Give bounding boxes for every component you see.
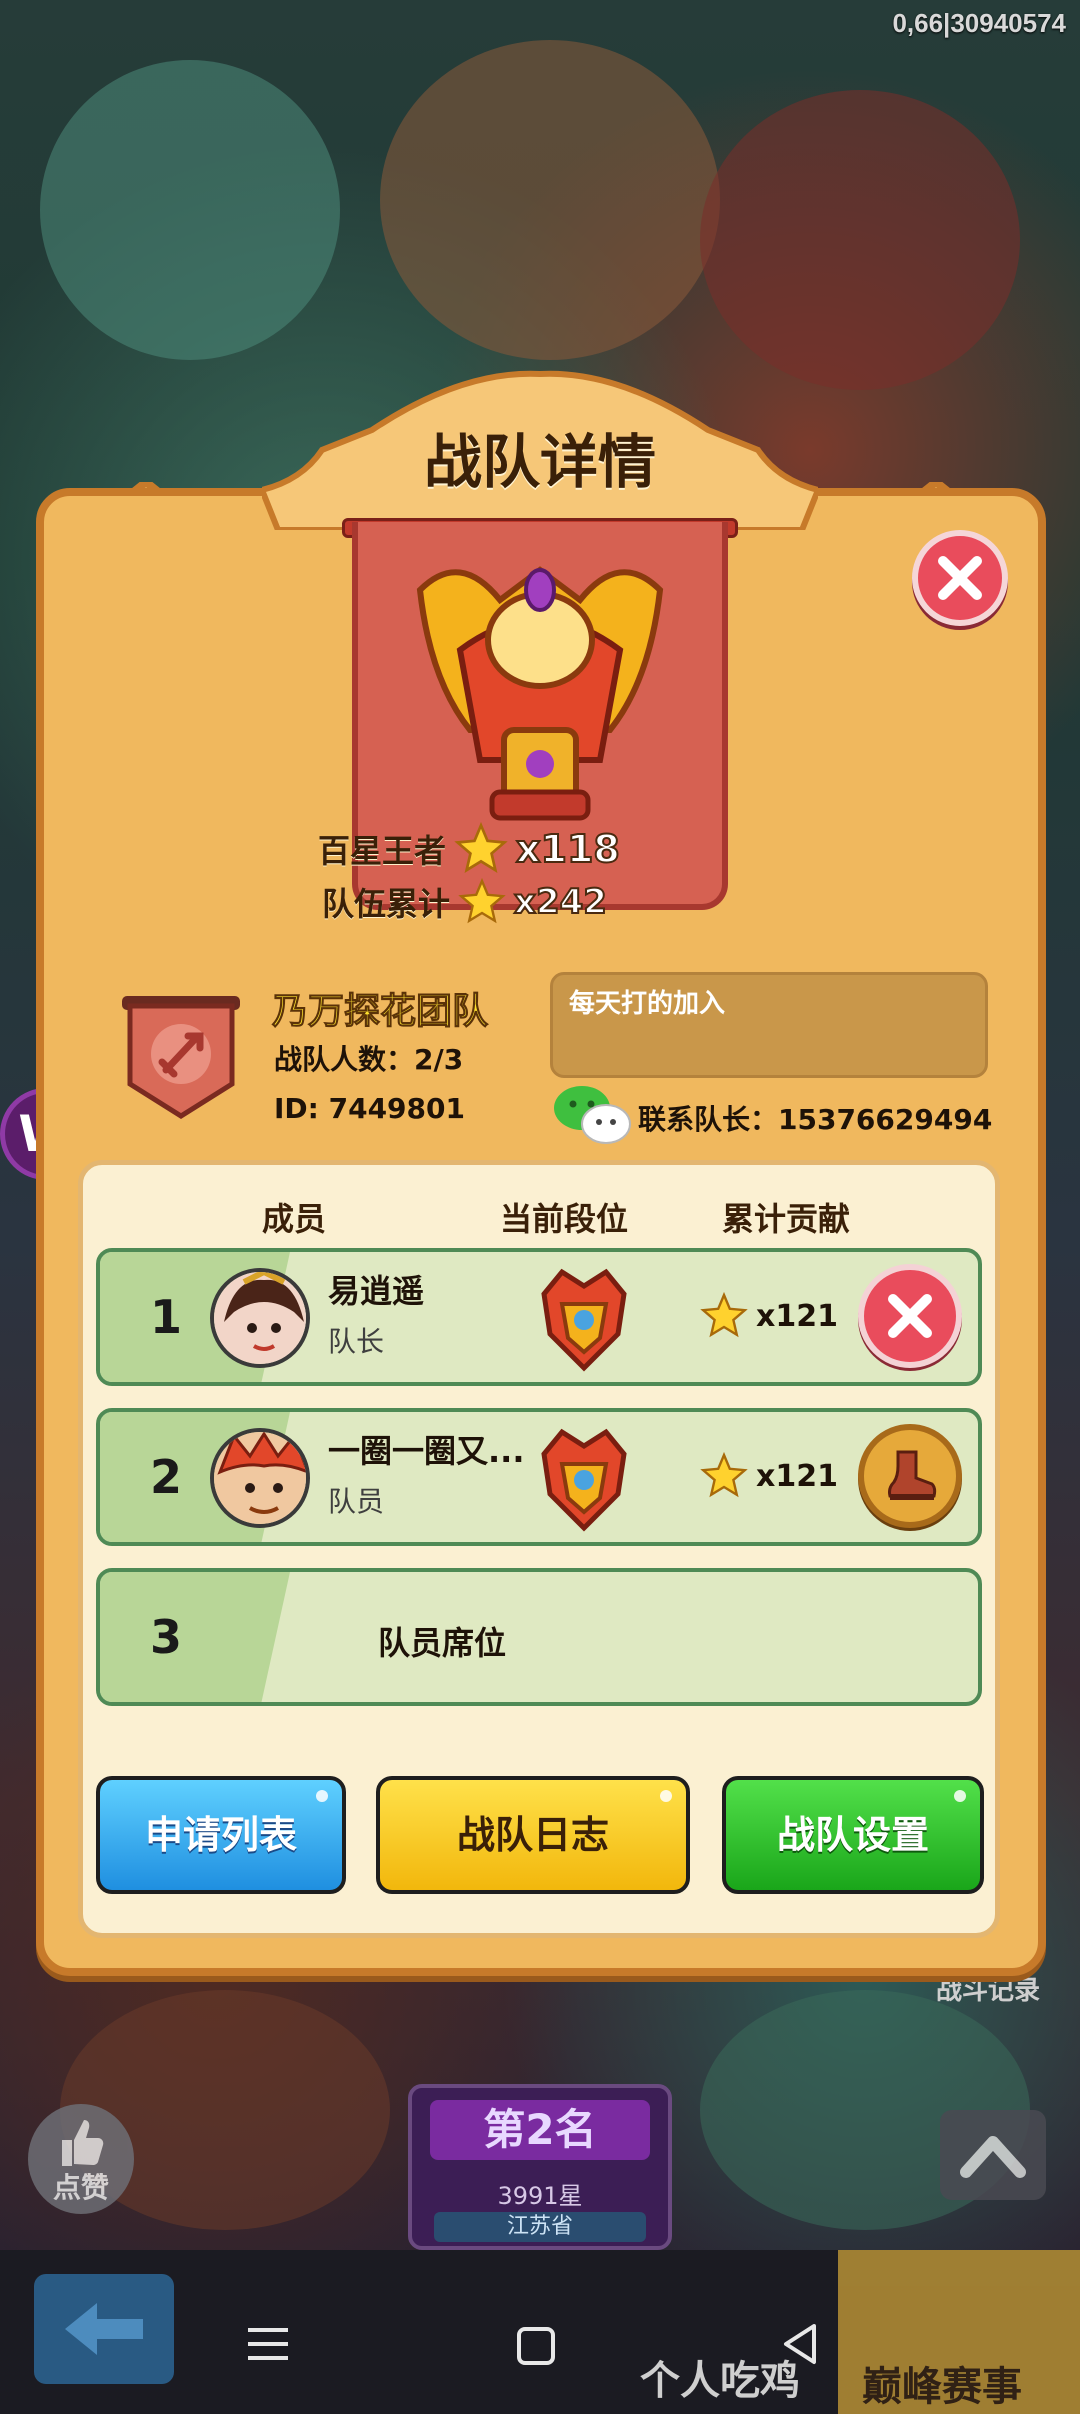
star-icon [454, 822, 508, 873]
thumbs-up-icon [62, 2120, 104, 2166]
rank-province: 江苏省 [434, 2212, 646, 2242]
bg-character-blob [40, 60, 340, 360]
region-rank-badge: 第2名 3991星 江苏省 [408, 2084, 672, 2250]
member-name: 易逍遥 [328, 1272, 425, 1310]
back-triangle-icon[interactable] [780, 2322, 820, 2366]
team-total-label: 队伍累计 [322, 885, 451, 923]
avatar-image [214, 1432, 306, 1524]
contact-captain: 联系队长：15376629494 [638, 1103, 993, 1136]
boot-icon [888, 1450, 937, 1500]
kick-member-button[interactable] [858, 1424, 962, 1528]
empty-seat-label: 队员席位 [378, 1624, 507, 1662]
bg-character-blob [700, 90, 1020, 390]
scroll-up-button[interactable] [940, 2110, 1046, 2200]
rank-stars: 3991星 [497, 2182, 583, 2210]
empty-seat-row[interactable]: 3 队员席位 [96, 1568, 982, 1706]
team-name: 乃万探花团队 [271, 991, 489, 1033]
avatar [210, 1428, 310, 1528]
home-square-icon[interactable] [516, 2326, 556, 2366]
member-contribution: x121 [700, 1452, 838, 1500]
team-motto-box: 每天打的加入 [550, 972, 988, 1078]
rank-tier-icon [541, 1268, 627, 1372]
member-role: 队员 [328, 1485, 385, 1518]
team-log-button[interactable]: 战队日志 [376, 1776, 690, 1894]
rank-title: 第2名 [430, 2100, 650, 2160]
member-number: 2 [150, 1450, 183, 1504]
member-number: 3 [150, 1610, 183, 1664]
team-total-stars-row: 队伍累计 x242 [322, 878, 608, 926]
like-button[interactable]: 点赞 [28, 2104, 134, 2214]
close-icon [938, 556, 982, 600]
star-icon [700, 1452, 748, 1498]
debug-id-text: 0,66|30940574 [892, 8, 1066, 38]
team-settings-button[interactable]: 战队设置 [722, 1776, 984, 1894]
member-contribution: x121 [700, 1292, 838, 1340]
dragon-trophy-emblem-icon [416, 566, 664, 821]
hundred-star-label: 百星王者 [318, 832, 447, 870]
contribution-value: x121 [756, 1458, 838, 1494]
avatar-image [214, 1272, 306, 1364]
column-header-member: 成员 [262, 1200, 327, 1238]
hundred-star-king-row: 百星王者 x118 [318, 822, 621, 876]
member-role: 队长 [328, 1325, 385, 1358]
team-id: ID: 7449801 [274, 1092, 465, 1125]
like-label: 点赞 [52, 2171, 109, 2204]
chevron-up-icon [960, 2136, 1026, 2178]
member-row[interactable]: 2 一圈一圈又... 队员 x121 [96, 1408, 982, 1546]
close-modal-button[interactable] [912, 530, 1008, 626]
close-icon [888, 1294, 932, 1338]
apply-list-label: 申请列表 [144, 1813, 297, 1857]
tab-peak[interactable]: 巅峰赛事 [838, 2250, 1080, 2414]
menu-icon[interactable] [246, 2324, 290, 2364]
team-total-value: x242 [513, 881, 608, 923]
team-shield-sword-icon [122, 996, 240, 1119]
avatar [210, 1268, 310, 1368]
team-member-count: 战队人数：2/3 [274, 1043, 464, 1076]
apply-list-button[interactable]: 申请列表 [96, 1776, 346, 1894]
team-settings-label: 战队设置 [776, 1813, 929, 1857]
member-number: 1 [150, 1290, 183, 1344]
member-row[interactable]: 1 易逍遥 队长 x121 [96, 1248, 982, 1386]
tab-peak-label: 巅峰赛事 [862, 2364, 1022, 2410]
modal-title: 战队详情 [423, 428, 656, 496]
star-icon [700, 1292, 748, 1338]
tab-personal[interactable]: 个人吃鸡 [640, 2348, 800, 2406]
star-icon [458, 878, 506, 924]
remove-member-button[interactable] [858, 1264, 962, 1368]
column-header-rank: 当前段位 [500, 1200, 629, 1238]
contribution-value: x121 [756, 1298, 838, 1334]
wechat-icon [554, 1086, 631, 1144]
bg-character-blob [380, 40, 720, 360]
rank-tier-icon [541, 1428, 627, 1532]
hundred-star-value: x118 [515, 826, 621, 872]
member-name: 一圈一圈又... [328, 1432, 525, 1470]
arrow-left-icon [65, 2303, 143, 2355]
team-log-label: 战队日志 [456, 1813, 609, 1857]
back-tab[interactable] [34, 2274, 174, 2384]
column-header-contribution: 累计贡献 [722, 1200, 851, 1238]
